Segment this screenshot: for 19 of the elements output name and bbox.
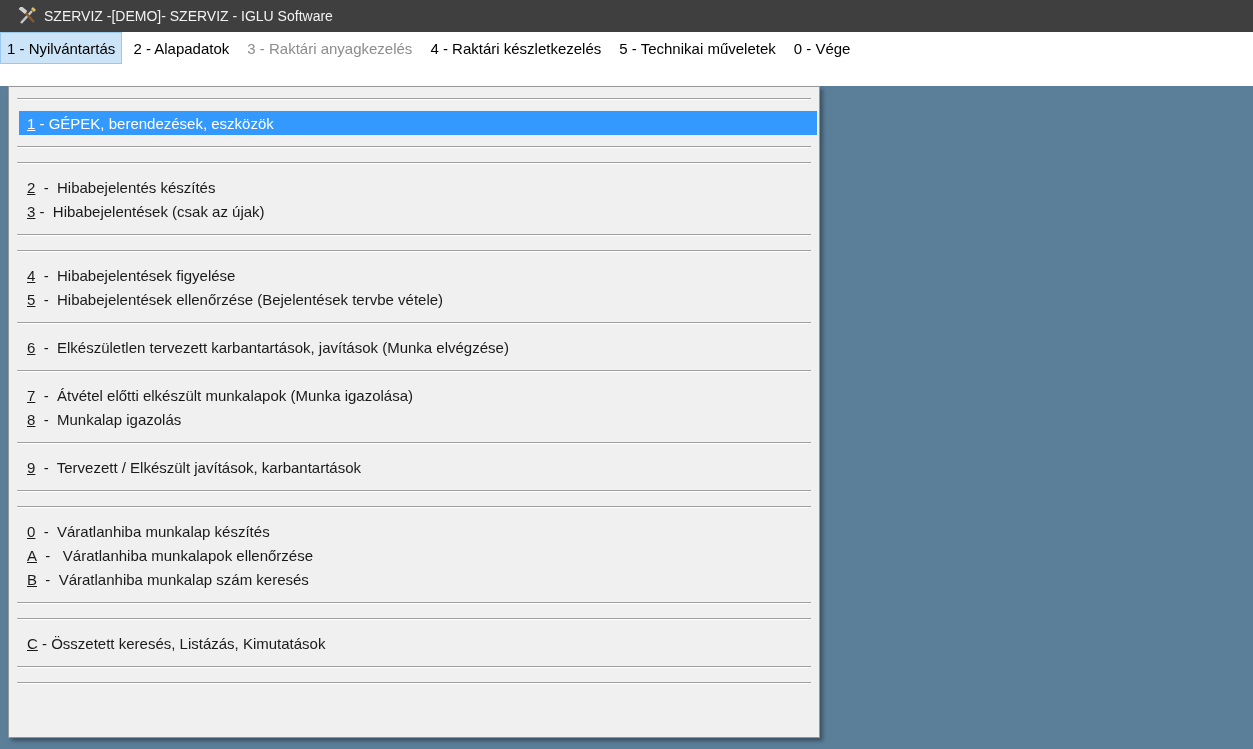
menu-item[interactable]: B - Váratlanhiba munkalap szám keresés: [13, 567, 815, 591]
menu-item[interactable]: 4 - Hibabejelentések figyelése: [13, 263, 815, 287]
menu-item[interactable]: A - Váratlanhiba munkalapok ellenőrzése: [13, 543, 815, 567]
menu-item[interactable]: 5 - Hibabejelentések ellenőrzése (Bejelentések tervbe vétele): [13, 287, 815, 311]
menu-bar-item[interactable]: 5 - Technikai műveletek: [612, 32, 783, 64]
menu-bar-item[interactable]: 4 - Raktári készletkezelés: [423, 32, 609, 64]
crossed-tools-icon: [18, 7, 38, 25]
menu-item[interactable]: 8 - Munkalap igazolás: [13, 407, 815, 431]
menu-bar-item[interactable]: 2 - Alapadatok: [126, 32, 237, 64]
menu-item[interactable]: 9 - Tervezett / Elkészült javítások, karbantartások: [13, 455, 815, 479]
menu-item[interactable]: 7 - Átvétel előtti elkészült munkalapok (Munka igazolása): [13, 383, 815, 407]
menu-bar-item[interactable]: 1 - Nyilvántartás: [0, 32, 123, 64]
menu-item[interactable]: 3 - Hibabejelentések (csak az újak): [13, 199, 815, 223]
menu-item[interactable]: 6 - Elkészületlen tervezett karbantartások, javítások (Munka elvégzése): [13, 335, 815, 359]
menu-item[interactable]: 0 - Váratlanhiba munkalap készítés: [13, 519, 815, 543]
window-title: SZERVIZ -[DEMO]- SZERVIZ - IGLU Software: [44, 8, 333, 24]
menu-item[interactable]: 2 - Hibabejelentés készítés: [13, 175, 815, 199]
menu-bar-item[interactable]: 0 - Vége: [786, 32, 858, 64]
menu-item[interactable]: C - Összetett keresés, Listázás, Kimutatások: [13, 631, 815, 655]
